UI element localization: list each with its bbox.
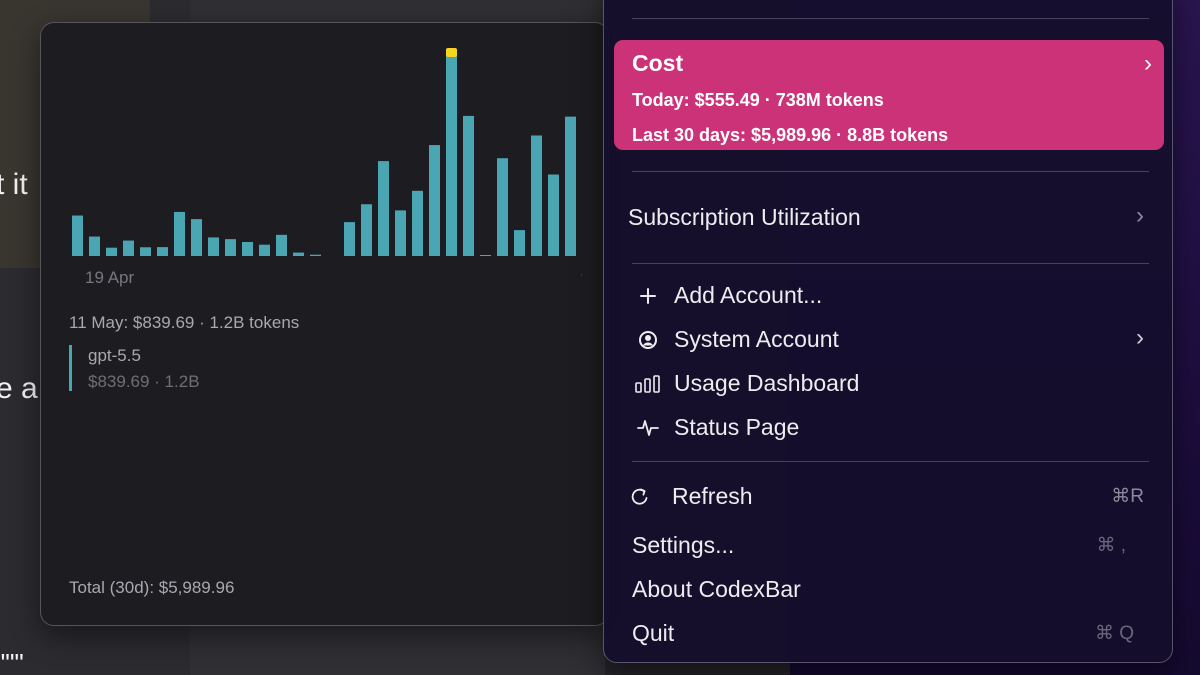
menu-separator	[632, 461, 1149, 462]
chevron-right-icon: ›	[1144, 50, 1152, 77]
refresh-icon	[628, 485, 652, 509]
codexbar-menu: Cost Today: $555.49 · 738M tokens Last 3…	[603, 0, 1173, 663]
cost-title: Cost	[632, 50, 684, 76]
chart-bar[interactable]	[225, 239, 236, 256]
chart-bar[interactable]	[412, 190, 423, 256]
chart-bar[interactable]	[446, 49, 457, 256]
quit-item[interactable]: Quit ⌘ Q	[614, 614, 1164, 654]
total-30d-label: Total (30d): $5,989.96	[69, 578, 235, 597]
daily-cost-bar-chart[interactable]	[41, 23, 609, 283]
chart-bar[interactable]	[242, 241, 253, 256]
bar-chart-icon	[634, 372, 662, 396]
usage-dashboard-label: Usage Dashboard	[674, 370, 860, 396]
person-circle-icon	[636, 328, 660, 352]
background-text-fragment: e a	[0, 372, 38, 405]
chart-bar[interactable]	[259, 244, 270, 256]
chart-bar[interactable]	[361, 204, 372, 256]
status-page-label: Status Page	[674, 414, 800, 440]
about-item[interactable]: About CodexBar	[614, 570, 1164, 610]
subscription-utilization-item[interactable]: Subscription Utilization ›	[614, 198, 1164, 238]
background-text-fragment: """	[0, 648, 24, 675]
quit-label: Quit	[632, 620, 675, 646]
chart-bar[interactable]	[395, 210, 406, 256]
menu-separator	[632, 171, 1149, 172]
chart-bar[interactable]	[565, 116, 576, 256]
cost-chart-popover: 19 Apr 11 May: $839.69 · 1.2B tokens gpt…	[40, 22, 609, 626]
chart-bar[interactable]	[174, 211, 185, 256]
refresh-label: Refresh	[672, 483, 753, 509]
chart-bar[interactable]	[497, 158, 508, 256]
chart-bar[interactable]	[293, 252, 304, 256]
model-cost-detail: $839.69 · 1.2B	[88, 372, 200, 391]
chart-bar[interactable]	[72, 215, 83, 256]
chart-bar[interactable]	[310, 254, 321, 256]
chart-bar[interactable]	[548, 174, 559, 256]
chart-bar[interactable]	[480, 254, 491, 256]
chart-bar[interactable]	[531, 135, 542, 256]
chart-bar[interactable]	[463, 115, 474, 256]
chart-x-axis-start-label: 19 Apr	[85, 268, 135, 287]
settings-item[interactable]: Settings... ⌘ ,	[614, 526, 1164, 566]
usage-dashboard-item[interactable]: Usage Dashboard	[614, 364, 1164, 404]
chart-bar[interactable]	[157, 247, 168, 256]
chart-bar[interactable]	[429, 145, 440, 256]
chart-bar[interactable]	[106, 247, 117, 256]
add-account-item[interactable]: Add Account...	[614, 276, 1164, 316]
cost-last-30-days: Last 30 days: $5,989.96 · 8.8B tokens	[632, 125, 949, 145]
status-page-item[interactable]: Status Page	[614, 408, 1164, 448]
subscription-utilization-label: Subscription Utilization	[628, 204, 861, 230]
chart-bar[interactable]	[378, 161, 389, 256]
chevron-right-icon: ›	[1136, 202, 1144, 229]
about-label: About CodexBar	[632, 576, 801, 602]
system-account-item[interactable]: System Account ›	[614, 320, 1164, 360]
cost-menu-item[interactable]: Cost Today: $555.49 · 738M tokens Last 3…	[614, 40, 1164, 150]
refresh-shortcut: ⌘R	[1111, 486, 1144, 507]
selected-day-summary: 11 May: $839.69 · 1.2B tokens	[69, 313, 300, 332]
background-text-fragment: t it	[0, 168, 28, 201]
chart-bar[interactable]	[123, 240, 134, 256]
system-account-label: System Account	[674, 326, 839, 352]
menu-separator	[632, 18, 1149, 19]
chart-bar[interactable]	[344, 222, 355, 256]
chart-bar[interactable]	[514, 230, 525, 256]
quit-shortcut: ⌘ Q	[1094, 623, 1134, 644]
chart-bar[interactable]	[140, 247, 151, 256]
chevron-right-icon: ›	[1136, 324, 1144, 351]
model-name: gpt-5.5	[88, 346, 141, 365]
chart-bar[interactable]	[191, 219, 202, 256]
plus-icon	[636, 284, 660, 308]
settings-shortcut: ⌘ ,	[1096, 535, 1126, 556]
add-account-label: Add Account...	[674, 282, 823, 308]
selected-bar-marker	[446, 48, 457, 57]
chart-bar[interactable]	[89, 236, 100, 256]
cost-today: Today: $555.49 · 738M tokens	[632, 90, 884, 110]
refresh-item[interactable]: Refresh ⌘R	[614, 477, 1164, 517]
waveform-icon	[636, 416, 660, 440]
menu-separator	[632, 263, 1149, 264]
settings-label: Settings...	[632, 532, 735, 558]
model-breakdown-row: gpt-5.5 $839.69 · 1.2B	[69, 345, 200, 391]
chart-bar[interactable]	[208, 237, 219, 256]
chart-bar[interactable]	[276, 234, 287, 256]
